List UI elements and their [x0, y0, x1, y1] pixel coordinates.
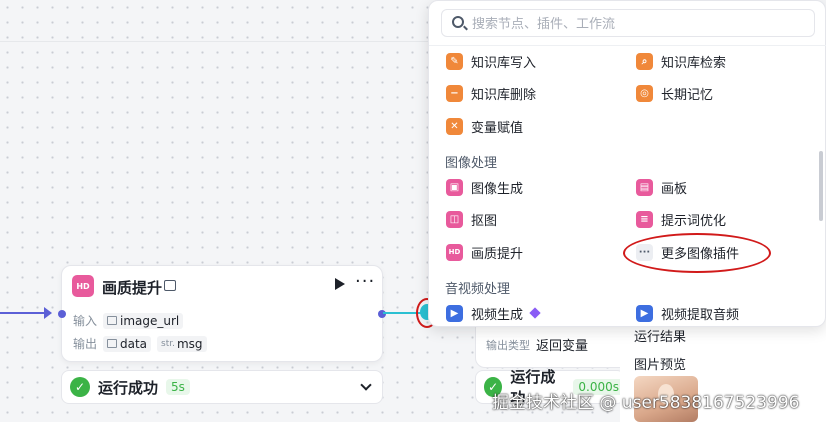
menu-item-label: 画板 [661, 181, 688, 197]
menu-item-label: 知识库写入 [471, 55, 537, 71]
result-title: 运行结果 [634, 330, 687, 345]
output-param-chip: data [103, 335, 152, 352]
menu-item-label: 视频提取音频 [661, 307, 740, 323]
run-icon[interactable] [335, 278, 345, 290]
menu-item-label: 变量赋值 [471, 120, 524, 136]
run-status-bar[interactable]: ✓ 运行成功 5s [61, 370, 383, 404]
image-enhance-node[interactable]: HD 画质提升 ··· 输入 image_url 输出 data str. ms… [58, 265, 386, 362]
string-type-icon: str. [161, 338, 175, 349]
highlight-circle [623, 233, 771, 273]
panel-scrollbar[interactable] [819, 151, 823, 221]
status-text: 运行成功 [98, 378, 159, 397]
hd-icon: HD [72, 275, 94, 297]
menu-item-label: 长期记忆 [661, 87, 714, 103]
menu-item-variable-assign[interactable]: ✕ 变量赋值 [446, 115, 523, 137]
canvas-icon: ▤ [636, 178, 653, 196]
menu-item-video-generate[interactable]: ▶ 视频生成 [446, 302, 541, 324]
canvas-top-border [0, 0, 440, 42]
menu-item-canvas[interactable]: ▤ 画板 [636, 176, 687, 198]
prompt-optimize-icon: ≡ [636, 210, 653, 228]
knowledge-search-icon: ⌕ [636, 52, 653, 70]
incoming-edge [0, 312, 48, 314]
chevron-down-icon[interactable] [360, 379, 372, 391]
divider [429, 45, 826, 46]
output-param-name: data [120, 336, 148, 351]
menu-item-knowledge-search[interactable]: ⌕ 知识库检索 [636, 50, 726, 72]
menu-item-prompt-optimize[interactable]: ≡ 提示词优化 [636, 208, 726, 230]
menu-item-long-term-memory[interactable]: ◎ 长期记忆 [636, 82, 713, 104]
output-param-chip: str. msg [157, 335, 207, 352]
menu-item-cutout[interactable]: ◫ 抠图 [446, 208, 497, 230]
image-type-icon [107, 316, 117, 325]
check-icon: ✓ [70, 377, 90, 397]
input-param-chip: image_url [103, 312, 184, 329]
input-row: 输入 image_url [73, 312, 189, 329]
knowledge-delete-icon: − [446, 84, 463, 102]
plugin-badge-icon [164, 280, 176, 291]
image-type-icon [107, 339, 117, 348]
edge-arrow-icon [44, 307, 52, 319]
output-label: 输出 [73, 337, 98, 351]
memory-icon: ◎ [636, 84, 653, 102]
menu-item-video-extract-audio[interactable]: ▶ 视频提取音频 [636, 302, 739, 324]
input-label: 输入 [73, 314, 98, 328]
menu-item-image-generate[interactable]: ▣ 图像生成 [446, 176, 523, 198]
output-type-label: 输出类型 [486, 339, 530, 352]
output-type-value: 返回变量 [536, 339, 589, 354]
image-preview-label: 图片预览 [634, 358, 687, 373]
search-input[interactable] [472, 14, 792, 34]
menu-item-label: 抠图 [471, 213, 498, 229]
menu-item-knowledge-delete[interactable]: − 知识库删除 [446, 82, 536, 104]
section-title-image: 图像处理 [445, 156, 498, 171]
video-generate-icon: ▶ [446, 304, 463, 322]
node-picker-panel: ✎ 知识库写入 ⌕ 知识库检索 − 知识库删除 ◎ 长期记忆 ✕ 变量赋值 图像… [428, 0, 826, 327]
node-title: 画质提升 [102, 279, 163, 297]
menu-item-label: 视频生成 [471, 307, 524, 323]
section-title-av: 音视频处理 [445, 282, 511, 297]
knowledge-write-icon: ✎ [446, 52, 463, 70]
more-icon[interactable]: ··· [355, 271, 375, 292]
menu-item-label: 画质提升 [471, 246, 524, 262]
menu-item-knowledge-write[interactable]: ✎ 知识库写入 [446, 50, 536, 72]
output-row: 输出 data str. msg [73, 335, 213, 352]
search-box[interactable] [441, 9, 815, 37]
search-icon [452, 16, 464, 28]
menu-item-label: 提示词优化 [661, 213, 727, 229]
image-generate-icon: ▣ [446, 178, 463, 196]
menu-item-label: 知识库删除 [471, 87, 537, 103]
cutout-icon: ◫ [446, 210, 463, 228]
watermark-text: 掘金技术社区 @ user5838167523996 [492, 393, 800, 413]
menu-item-label: 图像生成 [471, 181, 524, 197]
input-handle[interactable] [58, 310, 66, 318]
menu-item-label: 知识库检索 [661, 55, 727, 71]
menu-item-image-enhance[interactable]: HD 画质提升 [446, 241, 523, 263]
output-param-name: msg [176, 336, 203, 351]
hd-icon: HD [446, 243, 463, 261]
run-time-badge: 5s [166, 379, 190, 395]
video-audio-icon: ▶ [636, 304, 653, 322]
input-param-name: image_url [120, 313, 180, 328]
variable-assign-icon: ✕ [446, 117, 463, 135]
premium-diamond-icon [529, 307, 541, 319]
